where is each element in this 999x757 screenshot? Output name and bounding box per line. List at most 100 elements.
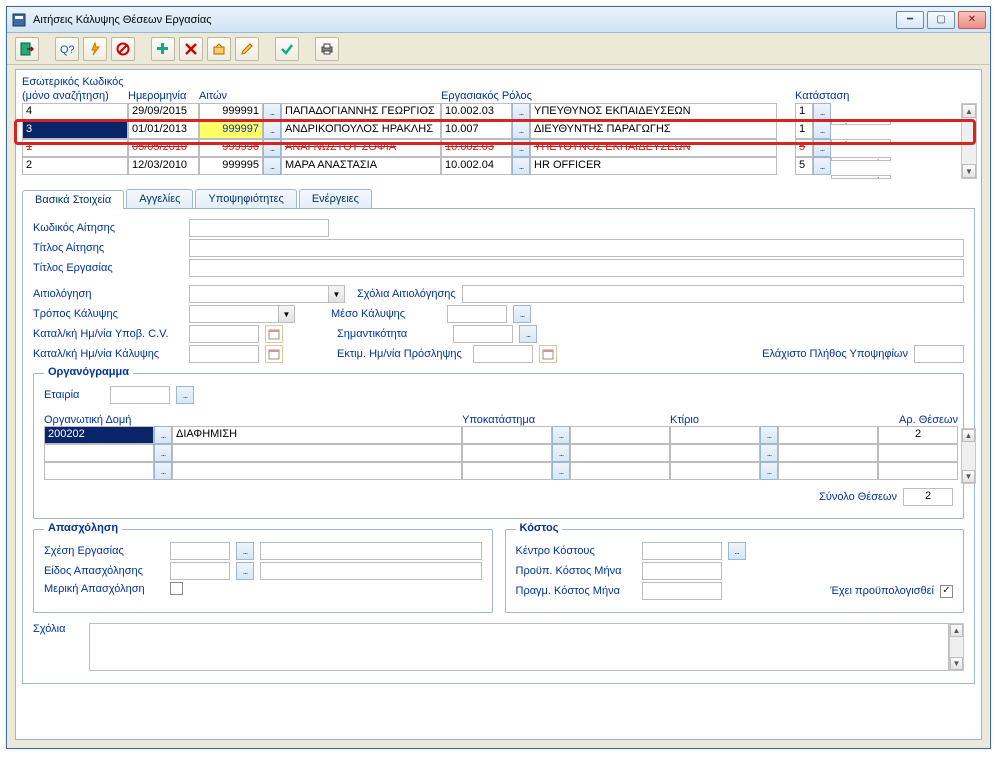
calendar-icon[interactable]: [265, 345, 283, 363]
query-button[interactable]: Q?: [55, 37, 79, 61]
delete-button[interactable]: [179, 37, 203, 61]
lookup-button[interactable]: ...: [760, 444, 778, 462]
work-relation-field[interactable]: [170, 542, 230, 560]
lookup-button[interactable]: ...: [813, 121, 831, 139]
scroll-down-icon[interactable]: ▼: [950, 657, 963, 670]
lookup-button[interactable]: ...: [519, 325, 537, 343]
col-branch: Υποκατάστημα: [462, 414, 670, 426]
branch-code-field[interactable]: [462, 426, 552, 444]
scroll-up-icon[interactable]: ▲: [962, 429, 975, 442]
lookup-button[interactable]: ...: [512, 157, 530, 175]
legend-employment: Απασχόληση: [44, 522, 122, 534]
lookup-button[interactable]: ...: [512, 103, 530, 121]
group-employment: Απασχόληση Σχέση Εργασίας ... Είδος Απασ…: [33, 529, 493, 613]
grid-scrollbar[interactable]: ▲ ▼: [961, 103, 977, 179]
request-title-field[interactable]: [189, 239, 964, 257]
cv-deadline-field[interactable]: [189, 325, 259, 343]
lookup-button[interactable]: ...: [263, 157, 281, 175]
grid: 4 29/09/2015 999991 ... ΠΑΠΑΔΟΓΙΑΝΝΗΣ ΓΕ…: [22, 103, 975, 179]
lookup-button[interactable]: ...: [760, 462, 778, 480]
tab-basic[interactable]: Βασικά Στοιχεία: [22, 190, 124, 209]
lookup-button[interactable]: ...: [813, 157, 831, 175]
lookup-button[interactable]: ...: [154, 444, 172, 462]
close-button[interactable]: ✕: [958, 11, 986, 29]
request-code-field[interactable]: [189, 219, 329, 237]
min-candidates-field[interactable]: [914, 345, 964, 363]
positions-field[interactable]: 2: [878, 426, 958, 444]
chevron-down-icon[interactable]: ▼: [279, 305, 295, 323]
cancel-button[interactable]: [111, 37, 135, 61]
cover-medium-field[interactable]: [447, 305, 507, 323]
lookup-button[interactable]: ...: [552, 426, 570, 444]
edit-button[interactable]: [235, 37, 259, 61]
lookup-button[interactable]: ...: [263, 139, 281, 157]
lookup-button[interactable]: ...: [552, 462, 570, 480]
comments-scrollbar[interactable]: ▲ ▼: [949, 623, 964, 671]
lookup-button[interactable]: ...: [513, 305, 531, 323]
lookup-button[interactable]: ...: [728, 542, 746, 560]
importance-field[interactable]: [453, 325, 513, 343]
calendar-icon[interactable]: [265, 325, 283, 343]
is-budgeted-checkbox[interactable]: [940, 585, 953, 598]
label-cover-method: Τρόπος Κάλυψης: [33, 308, 183, 320]
clear-button[interactable]: [207, 37, 231, 61]
lookup-button[interactable]: ...: [176, 386, 194, 404]
group-orgchart: Οργανόγραμμα Εταιρία ... Οργανωτική Δομή…: [33, 373, 964, 519]
label-actual: Πραγμ. Κόστος Μήνα: [516, 585, 636, 597]
building-code-field[interactable]: [670, 426, 760, 444]
label-job-title: Τίτλος Εργασίας: [33, 262, 183, 274]
lookup-button[interactable]: ...: [263, 121, 281, 139]
lookup-button[interactable]: ...: [263, 103, 281, 121]
label-request-code: Κωδικός Αίτησης: [33, 222, 183, 234]
comments-field[interactable]: [89, 623, 949, 671]
lookup-button[interactable]: ...: [236, 542, 254, 560]
budget-field[interactable]: [642, 562, 722, 580]
scroll-up-icon[interactable]: ▲: [962, 104, 976, 118]
org-scrollbar[interactable]: ▲ ▼: [961, 428, 976, 484]
col-role-label: Εργασιακός Ρόλος: [441, 90, 777, 102]
orgunit-code-field[interactable]: 200202: [44, 426, 154, 444]
lookup-button[interactable]: ...: [813, 139, 831, 157]
lookup-button[interactable]: ...: [236, 562, 254, 580]
col-status-label: Κατάσταση: [795, 90, 891, 102]
tab-candidates[interactable]: Υποψηφιότητες: [195, 189, 296, 208]
lookup-button[interactable]: ...: [552, 444, 570, 462]
exit-button[interactable]: [15, 37, 39, 61]
job-title-field[interactable]: [189, 259, 964, 277]
lookup-button[interactable]: ...: [512, 121, 530, 139]
building-name: [778, 426, 878, 444]
lookup-button[interactable]: ...: [154, 426, 172, 444]
tab-ads[interactable]: Αγγελίες: [126, 189, 193, 208]
cover-method-select[interactable]: ▼: [189, 305, 295, 323]
actual-field[interactable]: [642, 582, 722, 600]
orgunit-name: ΔΙΑΦΗΜΙΣΗ: [172, 426, 462, 444]
execute-button[interactable]: [83, 37, 107, 61]
est-hire-field[interactable]: [473, 345, 533, 363]
table-row[interactable]: 4 29/09/2015 999991 ... ΠΑΠΑΔΟΓΙΑΝΝΗΣ ΓΕ…: [22, 103, 975, 121]
lookup-button[interactable]: ...: [813, 103, 831, 121]
legend-orgchart: Οργανόγραμμα: [44, 366, 133, 378]
scroll-down-icon[interactable]: ▼: [962, 164, 976, 178]
cover-deadline-field[interactable]: [189, 345, 259, 363]
tab-actions[interactable]: Ενέργειες: [299, 189, 372, 208]
calendar-icon[interactable]: [539, 345, 557, 363]
commit-button[interactable]: [275, 37, 299, 61]
minimize-button[interactable]: ━: [896, 11, 924, 29]
lookup-button[interactable]: ...: [154, 462, 172, 480]
company-field[interactable]: [110, 386, 170, 404]
chevron-down-icon[interactable]: ▼: [329, 285, 345, 303]
scroll-down-icon[interactable]: ▼: [962, 470, 975, 483]
reason-notes-field[interactable]: [462, 285, 964, 303]
add-button[interactable]: [151, 37, 175, 61]
lookup-button[interactable]: ...: [512, 139, 530, 157]
branch-name: [570, 426, 670, 444]
partial-employment-checkbox[interactable]: [170, 582, 183, 595]
tabstrip: Βασικά Στοιχεία Αγγελίες Υποψηφιότητες Ε…: [22, 189, 975, 208]
cost-center-field[interactable]: [642, 542, 722, 560]
lookup-button[interactable]: ...: [760, 426, 778, 444]
scroll-up-icon[interactable]: ▲: [950, 624, 963, 637]
employment-type-field[interactable]: [170, 562, 230, 580]
maximize-button[interactable]: ▢: [927, 11, 955, 29]
print-button[interactable]: [315, 37, 339, 61]
reason-select[interactable]: ▼: [189, 285, 345, 303]
